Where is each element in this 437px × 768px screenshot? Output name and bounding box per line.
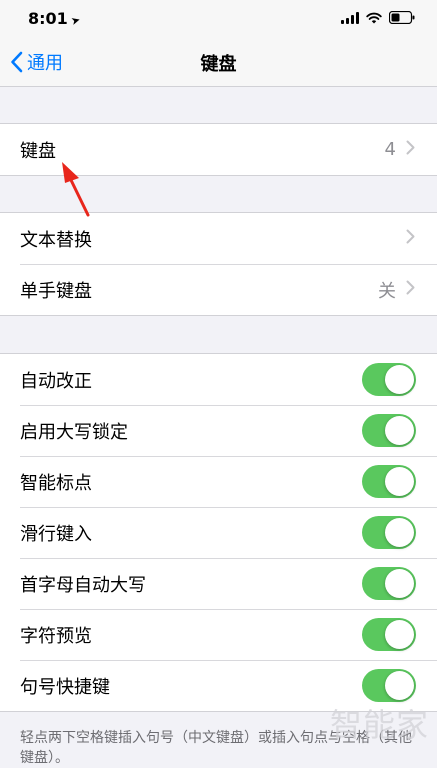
- caps-lock-label: 启用大写锁定: [20, 421, 128, 443]
- slide-to-type-toggle[interactable]: [362, 516, 416, 549]
- smart-punctuation-toggle[interactable]: [362, 465, 416, 498]
- wifi-icon: [366, 12, 382, 24]
- auto-capitalization-toggle[interactable]: [362, 567, 416, 600]
- smart-punctuation-label: 智能标点: [20, 472, 92, 494]
- toggle-knob: [385, 620, 414, 649]
- battery-icon: [389, 11, 415, 24]
- smart-punctuation-row: 智能标点: [0, 456, 437, 507]
- toggle-knob: [385, 365, 414, 394]
- toggle-knob: [385, 671, 414, 700]
- text-replacement-label: 文本替换: [20, 229, 92, 251]
- toggle-knob: [385, 569, 414, 598]
- character-preview-row: 字符预览: [0, 609, 437, 660]
- keyboards-count: 4: [384, 139, 396, 160]
- text-replacement-detail: [406, 228, 415, 249]
- caps-lock-row: 启用大写锁定: [0, 405, 437, 456]
- status-icons: [341, 11, 415, 24]
- status-time-text: 8:01: [28, 9, 68, 28]
- one-handed-keyboard-label: 单手键盘: [20, 280, 92, 302]
- slide-to-type-label: 滑行键入: [20, 523, 92, 545]
- auto-correction-label: 自动改正: [20, 370, 92, 392]
- location-arrow-icon: ➤: [69, 13, 82, 28]
- chevron-right-icon: [406, 279, 415, 300]
- auto-capitalization-row: 首字母自动大写: [0, 558, 437, 609]
- period-shortcut-toggle[interactable]: [362, 669, 416, 702]
- status-bar: 8:01➤: [0, 0, 437, 38]
- toggle-knob: [385, 416, 414, 445]
- status-time: 8:01➤: [28, 9, 82, 28]
- toggle-knob: [385, 467, 414, 496]
- character-preview-label: 字符预览: [20, 625, 92, 647]
- auto-correction-toggle[interactable]: [362, 363, 416, 396]
- signal-icon: [341, 11, 359, 24]
- auto-correction-row: 自动改正: [0, 354, 437, 405]
- annotation-arrow-icon: [62, 162, 90, 217]
- chevron-right-icon: [406, 228, 415, 249]
- slide-to-type-row: 滑行键入: [0, 507, 437, 558]
- watermark-logo: 智能家: [329, 706, 429, 744]
- text-replacement-row[interactable]: 文本替换: [0, 213, 437, 264]
- chevron-right-icon: [406, 139, 415, 160]
- page-title: 键盘: [200, 54, 237, 75]
- keyboards-detail: 4: [385, 139, 415, 160]
- period-shortcut-label: 句号快捷键: [20, 676, 110, 698]
- character-preview-toggle[interactable]: [362, 618, 416, 651]
- auto-capitalization-label: 首字母自动大写: [20, 574, 146, 596]
- navigation-bar: 通用 键盘: [0, 38, 437, 87]
- one-handed-keyboard-row[interactable]: 单手键盘 关: [0, 264, 437, 315]
- toggles-group: 自动改正 启用大写锁定 智能标点 滑行键入 首字母自动大写 字符预览 句号快捷键: [0, 353, 437, 712]
- keyboards-label: 键盘: [20, 140, 56, 162]
- text-settings-group: 文本替换 单手键盘 关: [0, 212, 437, 316]
- one-handed-keyboard-detail: 关: [378, 277, 415, 303]
- toggle-knob: [385, 518, 414, 547]
- one-handed-keyboard-value: 关: [378, 280, 396, 302]
- caps-lock-toggle[interactable]: [362, 414, 416, 447]
